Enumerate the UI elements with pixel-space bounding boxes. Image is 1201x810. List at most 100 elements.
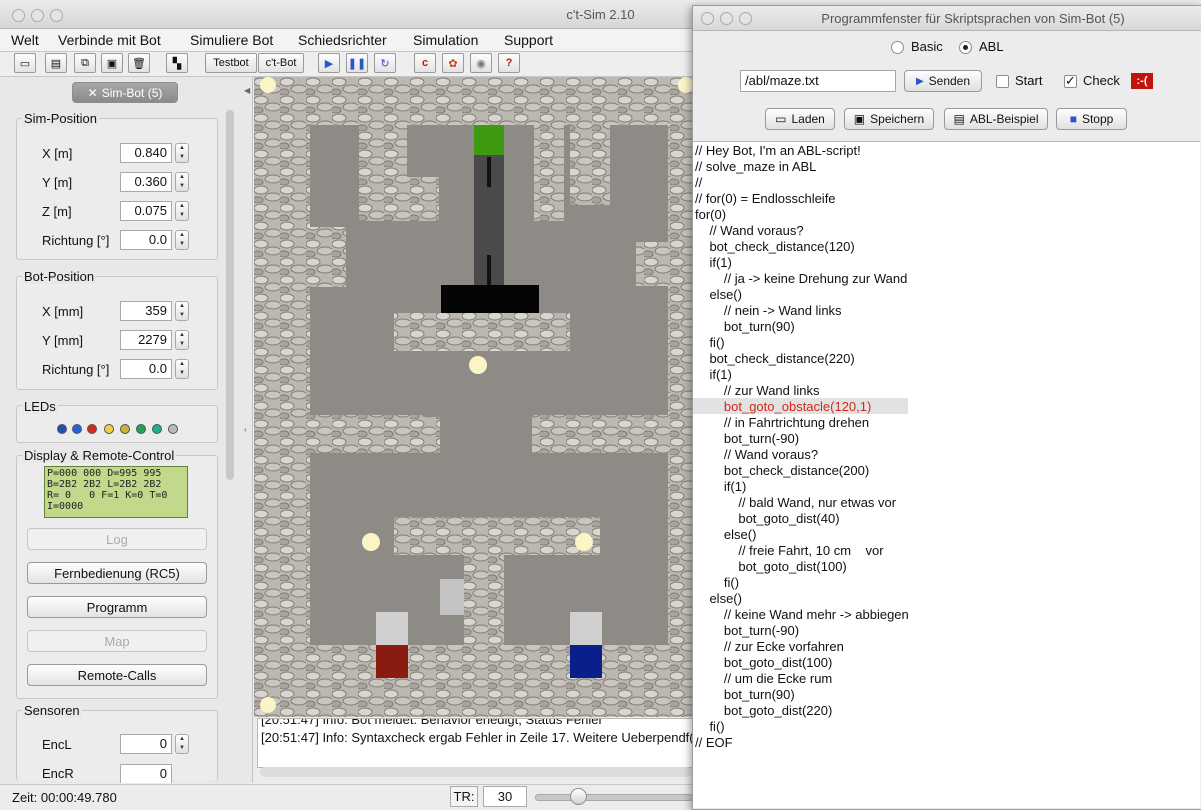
start-label[interactable]: Start (1015, 73, 1042, 88)
tab-sim-bot[interactable]: ✕ Sim-Bot (5) (72, 82, 178, 103)
mode-abl-label[interactable]: ABL (979, 39, 1004, 54)
maze-arena[interactable] (254, 77, 694, 717)
bot-y-field[interactable]: 2279 (120, 330, 172, 350)
remote-calls-button[interactable]: Remote-Calls (27, 664, 207, 686)
mode-abl-radio[interactable] (959, 41, 972, 54)
sensor-encl-label: EncL (42, 737, 72, 752)
mode-basic-radio[interactable] (891, 41, 904, 54)
code-line: bot_check_distance(220) (695, 351, 855, 366)
code-line: // ja -> keine Drehung zur Wand (695, 271, 908, 286)
log-line-2: [20:51:47] Info: Syntaxcheck ergab Fehle… (261, 730, 695, 745)
code-line: else() (695, 591, 742, 606)
script-minimize-button[interactable] (720, 12, 733, 25)
open-world-button[interactable]: ▭ (14, 53, 36, 73)
new-world-button[interactable]: ▤ (45, 53, 67, 73)
menu-schiedsrichter[interactable]: Schiedsrichter (298, 32, 387, 48)
start-checkbox[interactable] (996, 75, 1009, 88)
map-button[interactable]: Map (27, 630, 207, 652)
bot-x-field[interactable]: 359 (120, 301, 172, 321)
code-line: bot_goto_dist(40) (695, 511, 840, 526)
bot-x-stepper[interactable]: ▲ ▼ (175, 301, 189, 321)
paw-icon: ✿ (448, 57, 458, 70)
stopp-label: Stopp (1081, 112, 1114, 126)
log-button[interactable]: Log (27, 528, 207, 550)
save-icon: ▣ (106, 57, 118, 70)
script-editor[interactable]: // Hey Bot, I'm an ABL-script!// solve_m… (693, 141, 1200, 808)
close-tab-icon[interactable]: ✕ (88, 86, 98, 100)
light-source (260, 697, 276, 713)
mode-basic-label[interactable]: Basic (911, 39, 943, 54)
speed-slider-track[interactable] (535, 794, 693, 801)
speed-slider-thumb[interactable] (570, 788, 587, 805)
sim-x-stepper[interactable]: ▲ ▼ (175, 143, 189, 163)
open-icon: ▭ (775, 112, 787, 126)
menu-verbinde-mit-bot[interactable]: Verbinde mit Bot (58, 32, 161, 48)
bot-y-stepper[interactable]: ▲ ▼ (175, 330, 189, 350)
sim-richtung-stepper[interactable]: ▲ ▼ (175, 230, 189, 250)
help-button[interactable]: ? (498, 53, 520, 73)
check-checkbox[interactable]: ✓ (1064, 74, 1077, 88)
left-panel-scrollbar[interactable] (226, 110, 234, 480)
sensor-encr-row: EncR 0 (0, 764, 252, 783)
laden-button[interactable]: ▭ Laden (765, 108, 835, 130)
arena-collapse-left-icon[interactable]: ◀ (244, 86, 250, 95)
sim-y-stepper[interactable]: ▲ ▼ (175, 172, 189, 192)
stopp-button[interactable]: ■ Stopp (1056, 108, 1127, 130)
log-line-1: [20:51:47] Info: Bot meldet: Behavior er… (261, 718, 603, 727)
sensor-encr-field[interactable]: 0 (120, 764, 172, 783)
menu-support[interactable]: Support (504, 32, 553, 48)
ct-logo-icon: c (421, 57, 429, 69)
code-line: bot_check_distance(120) (695, 239, 855, 254)
bot-richtung-stepper[interactable]: ▲ ▼ (175, 359, 189, 379)
bot-richtung-field[interactable]: 0.0 (120, 359, 172, 379)
tr-field[interactable]: 30 (483, 786, 527, 807)
sim-y-label: Y [m] (42, 175, 73, 190)
sim-x-field[interactable]: 0.840 (120, 143, 172, 163)
sim-z-stepper[interactable]: ▲ ▼ (175, 201, 189, 221)
trash-icon: 🗑 (132, 57, 146, 70)
menu-simuliere-bot[interactable]: Simuliere Bot (190, 32, 273, 48)
menu-welt[interactable]: Welt (11, 32, 39, 48)
fernbedienung-button[interactable]: Fernbedienung (RC5) (27, 562, 207, 584)
senden-button[interactable]: ▶ Senden (904, 70, 982, 92)
ct-logo-button[interactable]: c (414, 53, 436, 73)
abl-beispiel-button[interactable]: ▤ ABL-Beispiel (944, 108, 1048, 130)
connect-bot-button[interactable]: ▚ (166, 53, 188, 73)
code-line: bot_turn(-90) (695, 431, 800, 446)
maze-wall (532, 417, 668, 453)
pause-button[interactable]: ❚❚ (346, 53, 368, 73)
reset-button[interactable]: ↻ (374, 53, 396, 73)
pause-icon: ❚❚ (347, 57, 367, 70)
code-line: // (695, 175, 703, 190)
sensor-encl-field[interactable]: 0 (120, 734, 172, 754)
log-horizontal-scrollbar[interactable] (260, 767, 692, 777)
programm-button[interactable]: Programm (27, 596, 207, 618)
led-2 (72, 424, 82, 434)
black-hole-area (441, 285, 539, 313)
menu-simulation[interactable]: Simulation (413, 32, 478, 48)
speichern-button[interactable]: ▣ Speichern (844, 108, 934, 130)
sim-y-field[interactable]: 0.360 (120, 172, 172, 192)
sim-z-field[interactable]: 0.075 (120, 201, 172, 221)
script-zoom-button[interactable] (739, 12, 752, 25)
lcd-line-1: P=000 000 D=995 995 (47, 468, 162, 479)
check-label[interactable]: Check (1083, 73, 1120, 88)
settings-button[interactable]: ◉ (470, 53, 492, 73)
play-button[interactable]: ▶ (318, 53, 340, 73)
testbot-button[interactable]: Testbot (205, 53, 257, 73)
sensor-encl-stepper[interactable]: ▲ ▼ (175, 734, 189, 754)
sim-richtung-field[interactable]: 0.0 (120, 230, 172, 250)
abl-beispiel-label: ABL-Beispiel (969, 112, 1039, 126)
arena-splitter-icon[interactable]: ‹ (244, 425, 247, 434)
ctbot-button[interactable]: c't-Bot (258, 53, 304, 73)
maze-view (254, 77, 694, 717)
code-line: // in Fahrtrichtung drehen (695, 415, 870, 430)
save-world-button[interactable]: ▣ (101, 53, 123, 73)
delete-button[interactable]: 🗑 (128, 53, 150, 73)
maze-wall (310, 417, 440, 453)
paw-button[interactable]: ✿ (442, 53, 464, 73)
script-close-button[interactable] (701, 12, 714, 25)
bot-icon: ▚ (172, 57, 182, 70)
copy-world-button[interactable]: ⧉ (74, 53, 96, 73)
script-file-path-input[interactable]: /abl/maze.txt (740, 70, 896, 92)
